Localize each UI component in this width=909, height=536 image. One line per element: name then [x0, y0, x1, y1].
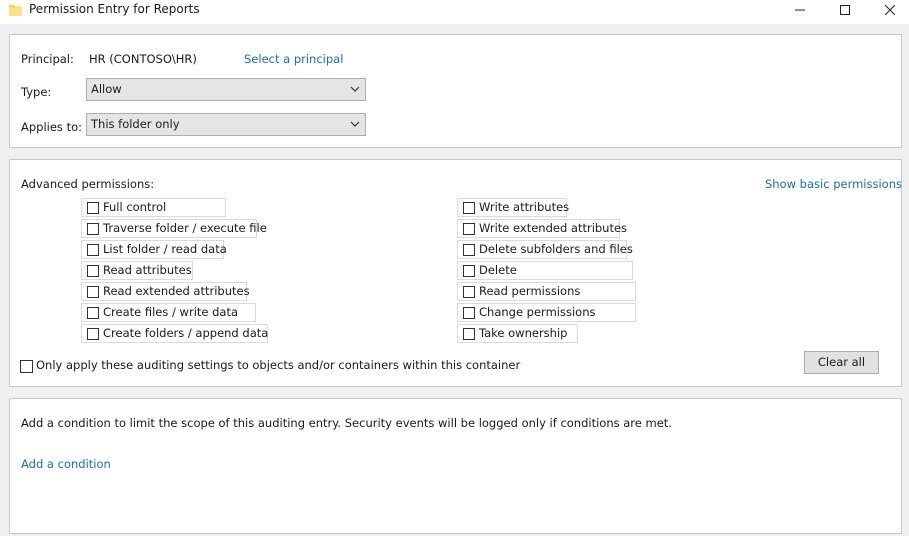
perm-label: Traverse folder / execute file [103, 221, 267, 235]
applies-to-dropdown[interactable]: This folder only [86, 113, 366, 136]
checkbox[interactable] [463, 307, 475, 319]
checkbox[interactable] [87, 286, 99, 298]
checkbox[interactable] [87, 328, 99, 340]
type-label: Type: [21, 85, 52, 99]
only-apply-checkbox[interactable] [20, 360, 33, 373]
perm-label: Write extended attributes [479, 221, 628, 235]
advanced-permissions-panel: Advanced permissions: Show basic permiss… [9, 159, 902, 387]
clear-all-button[interactable]: Clear all [804, 351, 879, 374]
checkbox[interactable] [87, 244, 99, 256]
only-apply-label: Only apply these auditing settings to ob… [36, 358, 521, 372]
perm-write-attributes[interactable]: Write attributes [457, 198, 570, 217]
chevron-down-icon [350, 86, 360, 92]
type-value: Allow [91, 82, 122, 96]
perm-traverse-folder[interactable]: Traverse folder / execute file [81, 219, 267, 238]
perm-create-folders[interactable]: Create folders / append data [81, 324, 268, 343]
principal-value: HR (CONTOSO\HR) [89, 52, 197, 66]
perm-label: Change permissions [479, 305, 596, 319]
perm-delete[interactable]: Delete [457, 261, 633, 280]
condition-panel: Add a condition to limit the scope of th… [9, 398, 902, 534]
perm-label: Create folders / append data [103, 326, 269, 340]
checkbox[interactable] [463, 265, 475, 277]
checkbox[interactable] [463, 328, 475, 340]
perm-label: Full control [103, 200, 167, 214]
applies-to-label: Applies to: [21, 120, 82, 134]
checkbox[interactable] [463, 286, 475, 298]
perm-label: Write attributes [479, 200, 570, 214]
perm-label: Create files / write data [103, 305, 239, 319]
perm-read-permissions[interactable]: Read permissions [457, 282, 636, 301]
checkbox[interactable] [463, 244, 475, 256]
select-principal-link[interactable]: Select a principal [244, 52, 343, 66]
perm-take-ownership[interactable]: Take ownership [457, 324, 578, 343]
checkbox[interactable] [87, 223, 99, 235]
minimize-icon[interactable] [777, 0, 823, 20]
show-basic-permissions-link[interactable]: Show basic permissions [765, 177, 902, 191]
maximize-icon[interactable] [822, 0, 868, 20]
perm-label: Delete subfolders and files [479, 242, 633, 256]
checkbox[interactable] [463, 202, 475, 214]
perm-label: Read attributes [103, 263, 192, 277]
add-condition-link[interactable]: Add a condition [21, 457, 111, 471]
principal-label: Principal: [21, 52, 74, 66]
condition-description: Add a condition to limit the scope of th… [21, 416, 672, 430]
close-icon[interactable] [867, 0, 909, 20]
perm-read-attributes[interactable]: Read attributes [81, 261, 193, 280]
checkbox[interactable] [87, 265, 99, 277]
perm-list-folder[interactable]: List folder / read data [81, 240, 227, 259]
chevron-down-icon [350, 121, 360, 127]
perm-full-control[interactable]: Full control [81, 198, 226, 217]
window-title: Permission Entry for Reports [29, 2, 200, 16]
checkbox[interactable] [87, 202, 99, 214]
type-dropdown[interactable]: Allow [86, 78, 366, 101]
folder-icon [9, 5, 22, 16]
checkbox[interactable] [463, 223, 475, 235]
perm-label: Read extended attributes [103, 284, 250, 298]
perm-label: Take ownership [479, 326, 568, 340]
checkbox[interactable] [87, 307, 99, 319]
advanced-permissions-label: Advanced permissions: [21, 177, 155, 191]
perm-create-files[interactable]: Create files / write data [81, 303, 256, 322]
applies-to-value: This folder only [91, 117, 180, 131]
perm-change-permissions[interactable]: Change permissions [457, 303, 636, 322]
perm-read-extended-attributes[interactable]: Read extended attributes [81, 282, 250, 301]
perm-label: Delete [479, 263, 517, 277]
principal-panel: Principal: HR (CONTOSO\HR) Select a prin… [9, 34, 902, 148]
perm-label: List folder / read data [103, 242, 227, 256]
perm-delete-subfolders[interactable]: Delete subfolders and files [457, 240, 633, 259]
perm-label: Read permissions [479, 284, 581, 298]
perm-write-extended-attributes[interactable]: Write extended attributes [457, 219, 627, 238]
title-bar: Permission Entry for Reports [0, 0, 909, 24]
